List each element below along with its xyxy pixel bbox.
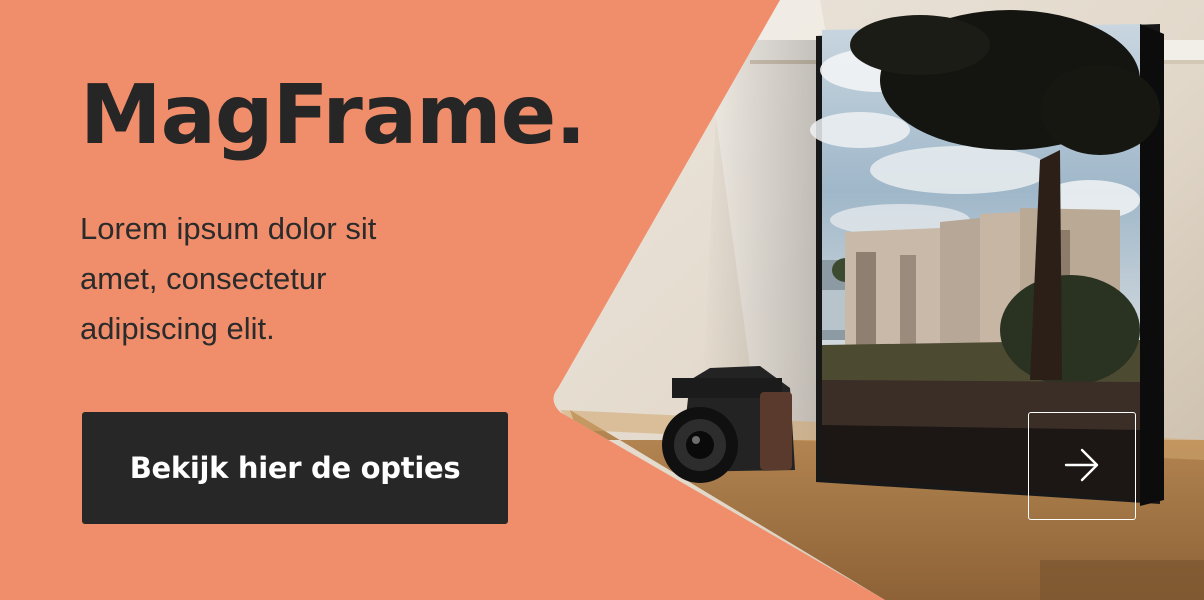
view-options-button[interactable]: Bekijk hier de opties <box>82 412 508 524</box>
hero-description: Lorem ipsum dolor sit amet, consectetur … <box>80 211 377 346</box>
view-options-button-label: Bekijk hier de opties <box>129 451 461 485</box>
page-title: MagFrame. <box>80 68 586 163</box>
next-slide-button[interactable] <box>1028 412 1136 520</box>
arrow-right-icon <box>1062 445 1102 488</box>
hero-banner: MagFrame. Lorem ipsum dolor sit amet, co… <box>0 0 1204 600</box>
